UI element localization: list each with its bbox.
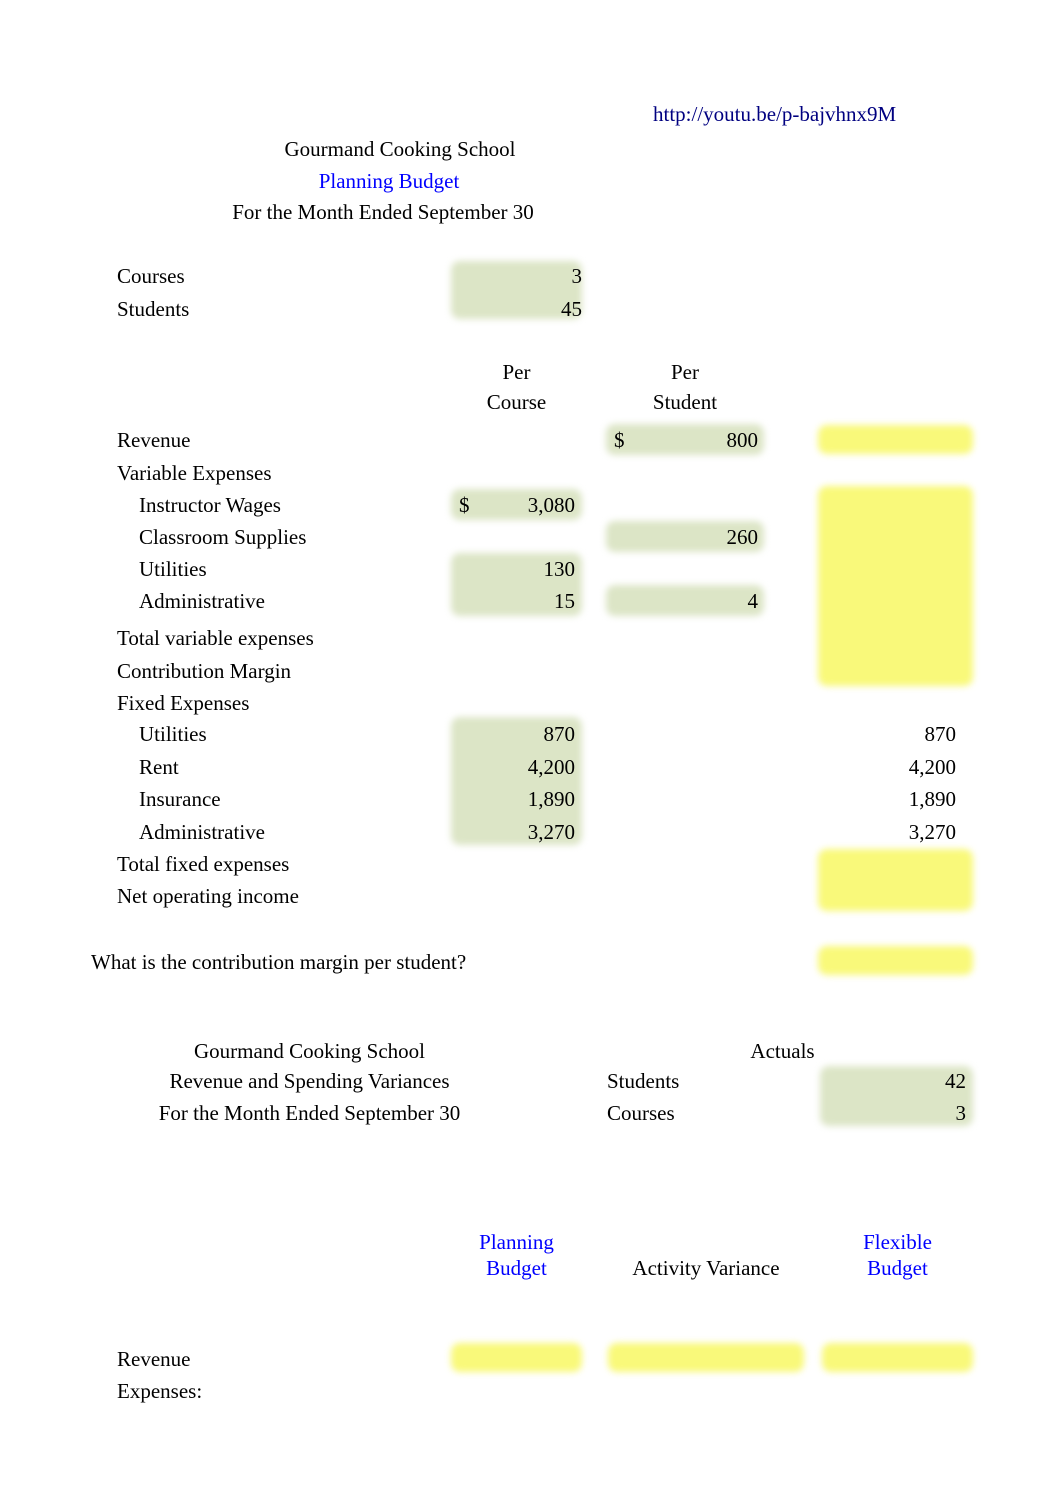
header-per-student-line1: Per — [671, 360, 699, 384]
row-label-variable-utilities: Utilities — [139, 557, 207, 581]
highlight-answer-fixed-totals — [818, 849, 973, 911]
video-link[interactable]: http://youtu.be/p-bajvhnx9M — [653, 98, 896, 130]
row-label-fixed-expenses: Fixed Expenses — [117, 691, 250, 715]
header-per-student-line2: Student — [652, 390, 718, 414]
value-actual-courses[interactable]: 3 — [820, 1097, 967, 1129]
row-label-fixed-utilities: Utilities — [139, 722, 207, 746]
value-insurance-total[interactable]: 1,890 — [818, 783, 956, 815]
variance-report-title-report: Revenue and Spending Variances — [169, 1069, 450, 1093]
row-label-rent: Rent — [139, 755, 179, 779]
row-label-revenue: Revenue — [117, 428, 191, 452]
worksheet-canvas: http://youtu.be/p-bajvhnx9M Gourmand Coo… — [0, 0, 1062, 1506]
highlight-answer-contribution-margin-per-student — [818, 946, 973, 975]
value-students[interactable]: 45 — [451, 293, 582, 325]
row-label-variable-administrative: Administrative — [139, 589, 265, 613]
question-contribution-margin-per-student: What is the contribution margin per stud… — [91, 950, 467, 974]
row-label-variable-expenses: Variable Expenses — [117, 461, 272, 485]
variance-row-label-revenue: Revenue — [117, 1347, 191, 1371]
label-actual-students: Students — [607, 1069, 680, 1093]
actuals-heading: Actuals — [750, 1039, 815, 1063]
planning-budget-title-report: Planning Budget — [318, 169, 460, 193]
row-label-net-operating-income: Net operating income — [117, 884, 299, 908]
header-planning-budget-line2: Budget — [486, 1256, 547, 1280]
value-classroom-supplies-per-student[interactable]: 260 — [606, 521, 759, 553]
highlight-answer-revenue-total — [818, 425, 973, 454]
value-revenue-per-student[interactable]: 800 — [606, 424, 759, 456]
header-activity-variance: Activity Variance — [632, 1256, 780, 1280]
row-label-insurance: Insurance — [139, 787, 221, 811]
label-actual-courses: Courses — [607, 1101, 675, 1125]
label-courses: Courses — [117, 264, 185, 288]
value-fixed-administrative-per-course[interactable]: 3,270 — [451, 816, 575, 848]
planning-budget-title-company: Gourmand Cooking School — [284, 137, 516, 161]
planning-budget-title-period: For the Month Ended September 30 — [232, 200, 534, 224]
row-label-fixed-administrative: Administrative — [139, 820, 265, 844]
header-per-course-line2: Course — [486, 390, 547, 414]
header-per-course-line1: Per — [502, 360, 531, 384]
value-courses[interactable]: 3 — [451, 260, 583, 292]
variance-report-title-company: Gourmand Cooking School — [194, 1039, 425, 1063]
value-insurance-per-course[interactable]: 1,890 — [451, 783, 575, 815]
value-fixed-administrative-total[interactable]: 3,270 — [818, 816, 956, 848]
highlight-answer-revenue-planning-budget — [451, 1343, 582, 1372]
row-label-instructor-wages: Instructor Wages — [139, 493, 281, 517]
highlight-answer-revenue-flexible-budget — [822, 1343, 973, 1372]
header-flexible-budget-line2: Budget — [867, 1256, 928, 1280]
highlight-answer-revenue-activity-variance — [608, 1343, 804, 1372]
value-fixed-utilities-total[interactable]: 870 — [818, 718, 957, 750]
row-label-contribution-margin: Contribution Margin — [117, 659, 292, 683]
value-rent-per-course[interactable]: 4,200 — [451, 751, 575, 783]
value-variable-administrative-per-student[interactable]: 4 — [606, 585, 759, 617]
value-rent-total[interactable]: 4,200 — [818, 751, 956, 783]
value-instructor-wages-per-course[interactable]: 3,080 — [451, 489, 575, 521]
variance-report-title-period: For the Month Ended September 30 — [158, 1101, 461, 1125]
value-variable-administrative-per-course[interactable]: 15 — [451, 585, 575, 617]
row-label-total-variable-expenses: Total variable expenses — [117, 626, 314, 650]
label-students: Students — [117, 297, 190, 321]
row-label-total-fixed-expenses: Total fixed expenses — [117, 852, 290, 876]
highlight-answer-variable-block — [818, 486, 973, 686]
value-actual-students[interactable]: 42 — [820, 1065, 966, 1097]
value-fixed-utilities-per-course[interactable]: 870 — [451, 718, 576, 750]
row-label-classroom-supplies: Classroom Supplies — [139, 525, 307, 549]
value-variable-utilities-per-course[interactable]: 130 — [451, 553, 576, 585]
variance-row-label-expenses: Expenses: — [117, 1379, 203, 1403]
